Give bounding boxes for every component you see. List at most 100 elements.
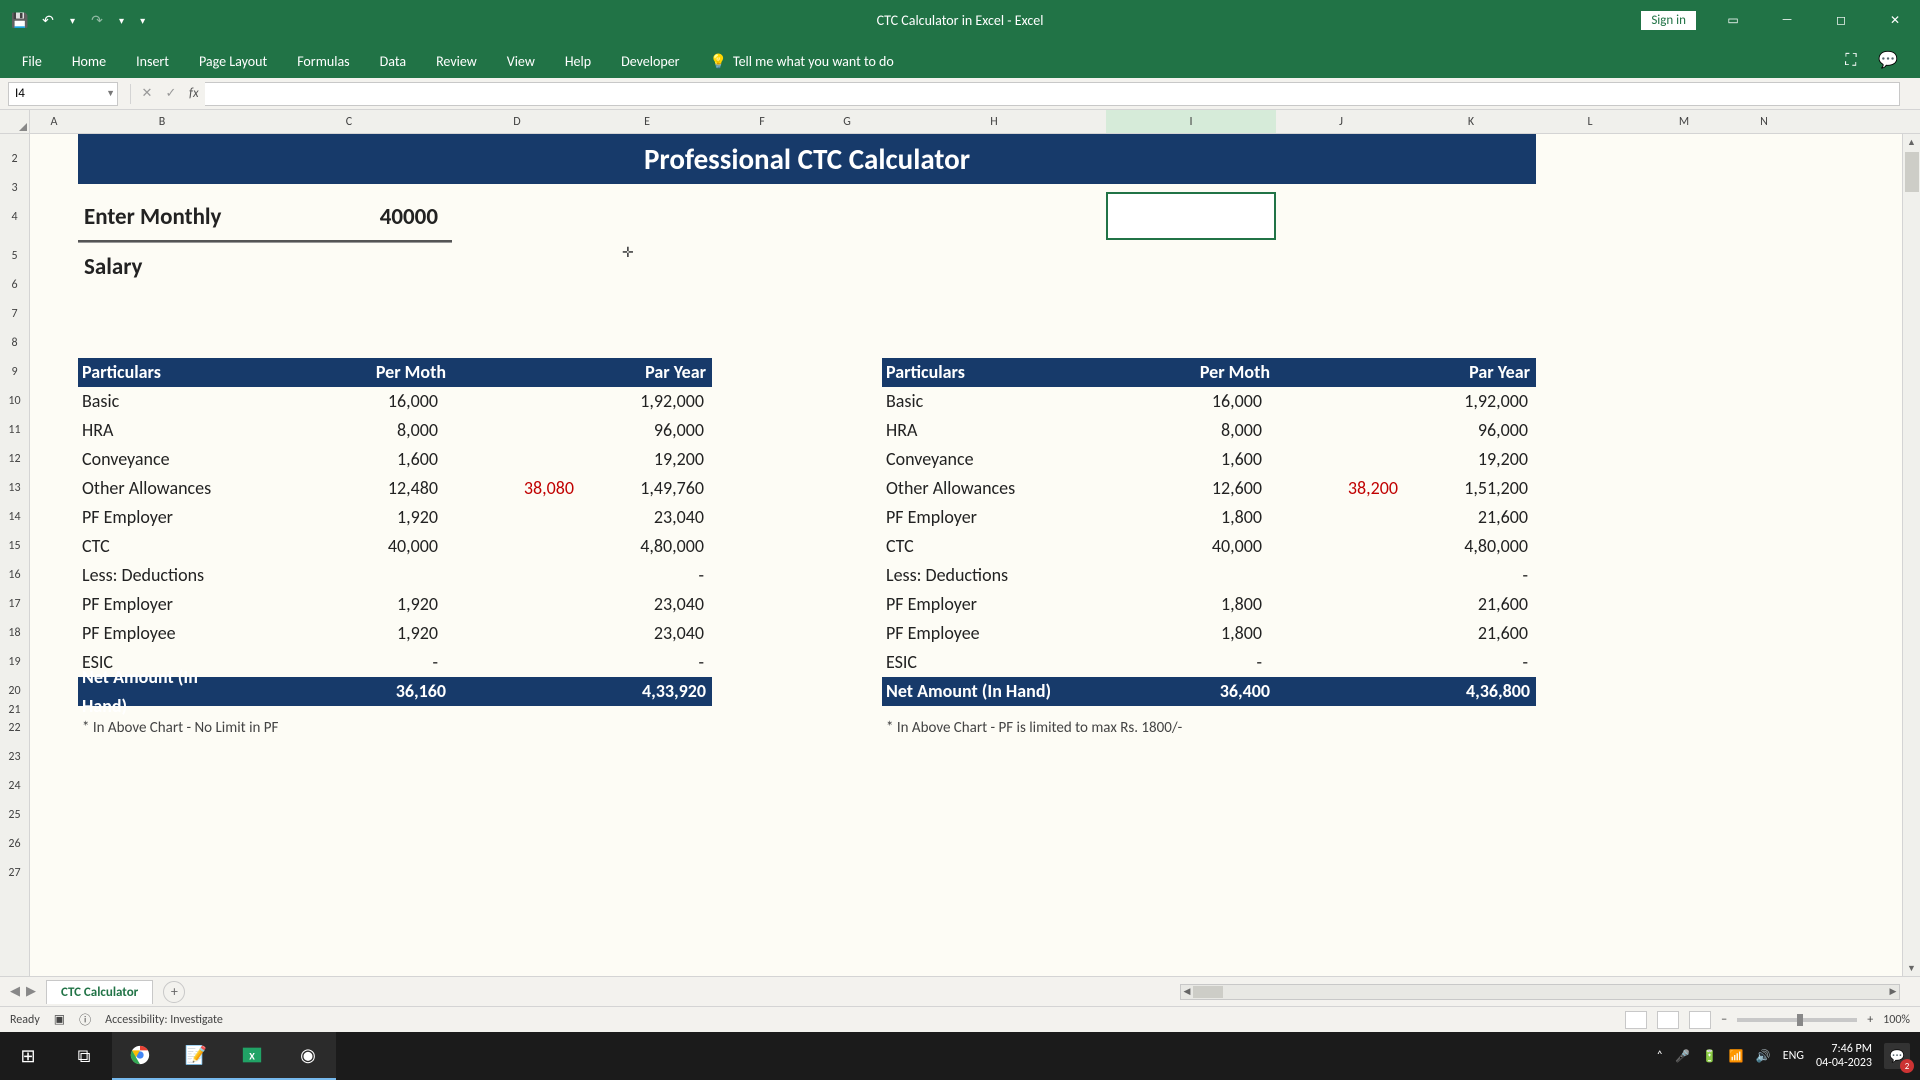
zoom-level[interactable]: 100% [1883,1013,1910,1027]
row-header[interactable]: 7 [0,300,29,329]
column-header[interactable]: K [1406,110,1536,133]
column-header[interactable]: J [1276,110,1406,133]
signin-button[interactable]: Sign in [1641,11,1696,30]
row-header[interactable]: 18 [0,619,29,648]
ribbon-tab-file[interactable]: File [8,45,56,78]
cancel-formula-icon[interactable]: ✕ [135,86,159,101]
language-indicator[interactable]: ENG [1783,1049,1804,1063]
mic-icon[interactable]: 🎤 [1675,1049,1690,1064]
row-header[interactable]: 3 [0,184,29,192]
minimize-icon[interactable]: — [1762,0,1812,40]
page-break-view-button[interactable] [1689,1011,1711,1029]
chevron-down-icon[interactable]: ▼ [106,88,115,99]
column-header[interactable]: M [1644,110,1724,133]
row-header[interactable]: 2 [0,134,29,184]
macro-record-icon[interactable]: ▣ [54,1012,65,1027]
tell-me-search[interactable]: 💡 Tell me what you want to do [696,45,908,78]
fx-icon[interactable]: fx [183,86,205,101]
accessibility-status[interactable]: Accessibility: Investigate [105,1013,223,1027]
salary-input-cell[interactable]: 40000 [246,192,452,242]
row-header[interactable]: 15 [0,532,29,561]
row-header[interactable]: 12 [0,445,29,474]
row-header[interactable]: 11 [0,416,29,445]
clock[interactable]: 7:46 PM 04-04-2023 [1816,1042,1872,1071]
start-button[interactable]: ⊞ [0,1032,56,1080]
zoom-slider[interactable] [1737,1018,1857,1022]
page-layout-view-button[interactable] [1657,1011,1679,1029]
ribbon-tab-insert[interactable]: Insert [122,45,183,78]
row-header[interactable]: 22 [0,714,29,743]
scrollbar-thumb[interactable] [1905,152,1919,192]
ribbon-display-icon[interactable]: ▭ [1708,0,1758,40]
share-icon[interactable]: ⛶ [1845,51,1856,70]
zoom-out-button[interactable]: − [1721,1013,1727,1027]
row-header[interactable]: 5 [0,242,29,271]
column-header[interactable]: C [246,110,452,133]
vertical-scrollbar[interactable]: ▲ ▼ [1902,134,1920,976]
enter-formula-icon[interactable]: ✓ [159,86,183,101]
scroll-left-icon[interactable]: ◀ [1181,985,1193,999]
redo-icon[interactable]: ↷ [87,10,107,30]
normal-view-button[interactable] [1625,1011,1647,1029]
column-header[interactable]: E [582,110,712,133]
column-header[interactable]: N [1724,110,1804,133]
tray-chevron-icon[interactable]: ˄ [1657,1049,1663,1063]
column-header[interactable]: F [712,110,812,133]
maximize-icon[interactable]: ◻ [1816,0,1866,40]
tab-nav-next-icon[interactable]: ▶ [26,984,36,999]
ribbon-tab-help[interactable]: Help [551,45,605,78]
row-header[interactable]: 9 [0,358,29,387]
excel-taskbar-icon[interactable]: X [224,1032,280,1080]
battery-icon[interactable]: 🔋 [1702,1049,1717,1064]
sheet-tab-active[interactable]: CTC Calculator [46,980,153,1004]
chevron-down-icon[interactable]: ▾ [115,14,128,27]
add-sheet-button[interactable]: + [163,981,185,1003]
scroll-down-icon[interactable]: ▼ [1903,960,1920,976]
name-box[interactable]: I4 ▼ [8,82,118,106]
qat-customize-icon[interactable]: ▾ [136,14,149,27]
select-all-corner[interactable] [0,110,29,134]
row-header[interactable]: 23 [0,743,29,772]
scrollbar-thumb[interactable] [1193,986,1223,998]
ribbon-tab-review[interactable]: Review [422,45,491,78]
row-header[interactable]: 26 [0,830,29,859]
ribbon-tab-page-layout[interactable]: Page Layout [185,45,281,78]
task-view-icon[interactable]: ⧉ [56,1032,112,1080]
chrome-icon[interactable] [112,1032,168,1080]
row-header[interactable]: 14 [0,503,29,532]
row-header[interactable]: 8 [0,329,29,358]
ribbon-tab-developer[interactable]: Developer [607,45,693,78]
notepad-icon[interactable]: 📝 [168,1032,224,1080]
column-header[interactable]: L [1536,110,1644,133]
comments-icon[interactable]: 💬 [1878,51,1898,70]
row-header[interactable]: 27 [0,859,29,888]
ribbon-tab-view[interactable]: View [493,45,549,78]
volume-icon[interactable]: 🔊 [1756,1049,1771,1064]
tab-nav-prev-icon[interactable]: ◀ [10,984,20,999]
row-header[interactable]: 19 [0,648,29,677]
close-icon[interactable]: ✕ [1870,0,1920,40]
save-icon[interactable]: 💾 [10,10,30,30]
ribbon-tab-data[interactable]: Data [366,45,420,78]
chevron-down-icon[interactable]: ▾ [66,14,79,27]
scroll-right-icon[interactable]: ▶ [1887,985,1899,999]
ribbon-tab-home[interactable]: Home [58,45,120,78]
row-header[interactable]: 21 [0,706,29,714]
row-header[interactable]: 6 [0,271,29,300]
row-header[interactable]: 24 [0,772,29,801]
row-header[interactable]: 25 [0,801,29,830]
column-header[interactable]: H [882,110,1106,133]
column-header[interactable]: I [1106,110,1276,133]
sheet-cells[interactable]: Professional CTC CalculatorEnter Monthly… [30,134,1920,888]
row-header[interactable]: 16 [0,561,29,590]
undo-icon[interactable]: ↶ [38,10,58,30]
ribbon-tab-formulas[interactable]: Formulas [283,45,363,78]
horizontal-scrollbar[interactable]: ◀ ▶ [1180,984,1900,1000]
row-header[interactable]: 13 [0,474,29,503]
obs-icon[interactable]: ◉ [280,1032,336,1080]
formula-input[interactable] [205,82,1900,106]
action-center-icon[interactable]: 💬2 [1884,1043,1910,1069]
row-header[interactable]: 10 [0,387,29,416]
zoom-in-button[interactable]: + [1867,1013,1873,1027]
row-header[interactable]: 4 [0,192,29,242]
